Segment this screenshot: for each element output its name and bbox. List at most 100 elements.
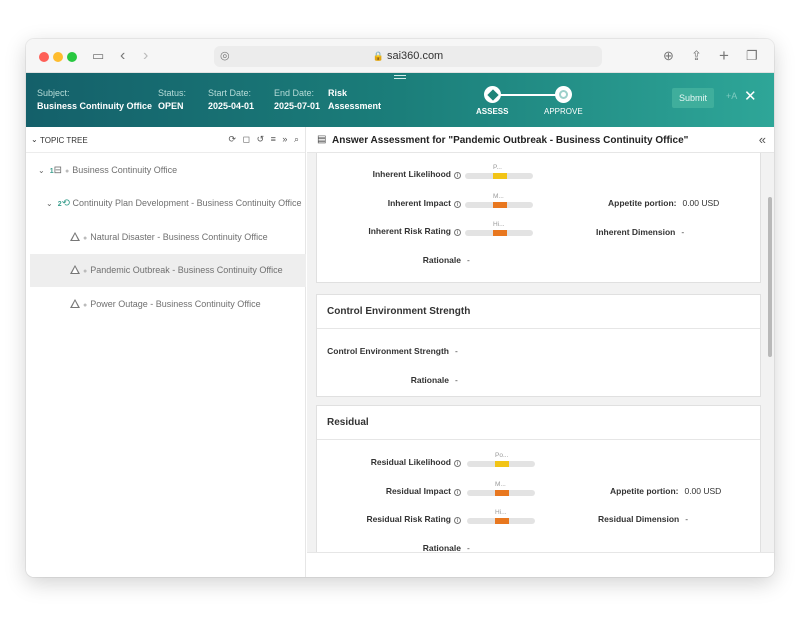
dimension-value: - xyxy=(681,227,685,237)
assessment-title: Answer Assessment for "Pandemic Outbreak… xyxy=(332,135,689,146)
subject-value: Business Continuity Office xyxy=(37,101,153,111)
inherent-risk-meter[interactable]: Hi... xyxy=(465,221,533,236)
tree-node-power-outage[interactable]: ● Power Outage - Business Continuity Offi… xyxy=(70,288,261,321)
inherent-dimension: Inherent Dimension - xyxy=(596,227,684,237)
rationale-value: - xyxy=(467,255,470,265)
dimension-label: Inherent Dimension xyxy=(596,227,676,237)
tree-node-label: Power Outage - Business Continuity Offic… xyxy=(90,299,261,309)
chevron-down-icon[interactable]: ⌄ xyxy=(38,166,45,175)
status-label: Status: xyxy=(158,88,187,98)
office-icon: ⊟ xyxy=(53,165,62,176)
approve-step-icon[interactable] xyxy=(555,86,572,103)
status-value: OPEN xyxy=(158,101,184,111)
sidebar-toggle-icon[interactable]: ▭ xyxy=(92,46,104,66)
inherent-impact-meter[interactable]: M... xyxy=(465,193,533,208)
inherent-risk-row: Inherent Risk Rating i xyxy=(317,223,461,239)
back-icon[interactable]: ‹ xyxy=(120,46,125,66)
form-icon: ▤ xyxy=(317,134,327,145)
bullet-icon: ● xyxy=(83,235,88,242)
bullet-icon: ● xyxy=(65,168,70,175)
assessment-scroll-area[interactable]: Inherent Likelihood i P... Inherent Impac… xyxy=(307,153,774,552)
status-field: Status: OPEN xyxy=(158,88,186,111)
meter-tag: Hi... xyxy=(495,509,507,516)
meter-fill xyxy=(493,173,507,179)
info-icon[interactable]: i xyxy=(454,201,461,208)
residual-risk-meter[interactable]: Hi... xyxy=(467,509,535,524)
chevron-down-icon[interactable]: ⌄ xyxy=(31,135,38,144)
dimension-value: - xyxy=(685,514,689,524)
inherent-appetite: Appetite portion: 0.00 USD xyxy=(608,198,719,208)
close-window-button[interactable] xyxy=(39,52,49,62)
tree-node-root[interactable]: ⌄ 1⊟ ● Business Continuity Office xyxy=(38,154,177,187)
residual-likelihood-meter[interactable]: Po... xyxy=(467,452,535,467)
risk-warning-icon xyxy=(70,265,80,274)
inherent-likelihood-label: Inherent Likelihood xyxy=(372,169,451,179)
submit-button[interactable]: Submit xyxy=(672,88,714,108)
control-environment-card: Control Environment Strength Control Env… xyxy=(316,294,761,397)
tree-toolbar: ⟳ ◻ ↺ ≡ » ⌕ xyxy=(225,134,299,145)
residual-card-title: Residual xyxy=(317,406,760,440)
drag-handle-icon[interactable] xyxy=(394,75,406,79)
tree-node-label: Pandemic Outbreak - Business Continuity … xyxy=(90,265,283,275)
inherent-likelihood-meter[interactable]: P... xyxy=(465,164,533,179)
meter-fill xyxy=(495,490,509,496)
end-date-field: End Date: 2025-07-01 xyxy=(274,88,320,111)
zoom-window-button[interactable] xyxy=(67,52,77,62)
privacy-icon[interactable]: ◎ xyxy=(220,46,230,67)
end-date-value: 2025-07-01 xyxy=(274,101,321,111)
residual-risk-row: Residual Risk Rating i xyxy=(317,511,461,527)
minimize-window-button[interactable] xyxy=(53,52,63,62)
address-bar[interactable]: ◎ 🔒 sai360.com xyxy=(214,46,602,67)
control-rationale-row: Rationale xyxy=(317,372,449,388)
close-icon[interactable]: ✕ xyxy=(744,88,757,106)
info-icon[interactable]: i xyxy=(454,489,461,496)
chevron-down-icon[interactable]: ⌄ xyxy=(46,199,53,208)
info-icon[interactable]: i xyxy=(454,460,461,467)
share-icon[interactable]: ⇪ xyxy=(691,46,702,66)
approve-step-label: APPROVE xyxy=(544,107,583,116)
tab-overview-icon[interactable]: ❐ xyxy=(746,46,758,66)
rationale-label: Rationale xyxy=(422,543,461,552)
assess-step-icon[interactable] xyxy=(484,86,501,103)
tree-node-label: Natural Disaster - Business Continuity O… xyxy=(90,232,268,242)
url-text: sai360.com xyxy=(386,50,444,62)
text-size-button[interactable]: +A xyxy=(726,91,737,101)
start-date-value: 2025-04-01 xyxy=(208,101,255,111)
download-icon[interactable]: ⊕ xyxy=(663,46,674,66)
comment-icon[interactable]: ◻ xyxy=(243,134,250,144)
appetite-label: Appetite portion: xyxy=(610,486,679,496)
new-tab-icon[interactable]: + xyxy=(719,46,729,66)
info-icon[interactable]: i xyxy=(454,172,461,179)
inherent-impact-row: Inherent Impact i xyxy=(317,195,461,211)
vertical-scrollbar[interactable] xyxy=(768,197,772,357)
meter-fill xyxy=(495,518,509,524)
search-icon[interactable]: ⌕ xyxy=(294,134,299,144)
assessment-header: Subject: Business Continuity Office Stat… xyxy=(26,73,774,127)
assess-step-label: ASSESS xyxy=(476,107,509,116)
cycle-icon: ⟲ xyxy=(61,198,70,209)
list-icon[interactable]: ≡ xyxy=(271,134,276,144)
end-date-label: End Date: xyxy=(274,88,315,98)
meter-tag: M... xyxy=(495,481,506,488)
meter-tag: Hi... xyxy=(493,221,505,228)
history-icon[interactable]: ↺ xyxy=(257,134,265,144)
expand-icon[interactable]: » xyxy=(282,134,287,144)
control-strength-label: Control Environment Strength xyxy=(327,346,449,356)
rationale-label: Rationale xyxy=(422,255,461,265)
meter-tag: M... xyxy=(493,193,504,200)
tree-node-plan[interactable]: ⌄ 2⟲ Continuity Plan Development - Busine… xyxy=(46,187,301,220)
info-icon[interactable]: i xyxy=(454,517,461,524)
info-icon[interactable]: i xyxy=(454,229,461,236)
forward-icon[interactable]: › xyxy=(143,46,148,66)
topic-tree-title: TOPIC TREE xyxy=(40,136,88,145)
risk-warning-icon xyxy=(70,232,80,241)
tree-node-pandemic-selected[interactable]: ● Pandemic Outbreak - Business Continuity… xyxy=(30,254,306,287)
tree-node-natural-disaster[interactable]: ● Natural Disaster - Business Continuity … xyxy=(70,221,268,254)
collapse-panel-icon[interactable]: « xyxy=(759,132,766,147)
browser-toolbar: ▭ ‹ › ◎ 🔒 sai360.com ⊕ ⇪ + ❐ xyxy=(26,39,774,73)
residual-impact-meter[interactable]: M... xyxy=(467,481,535,496)
residual-impact-label: Residual Impact xyxy=(385,486,451,496)
refresh-icon[interactable]: ⟳ xyxy=(229,134,237,144)
rationale-value: - xyxy=(467,543,470,552)
control-strength-row: Control Environment Strength xyxy=(317,343,449,359)
